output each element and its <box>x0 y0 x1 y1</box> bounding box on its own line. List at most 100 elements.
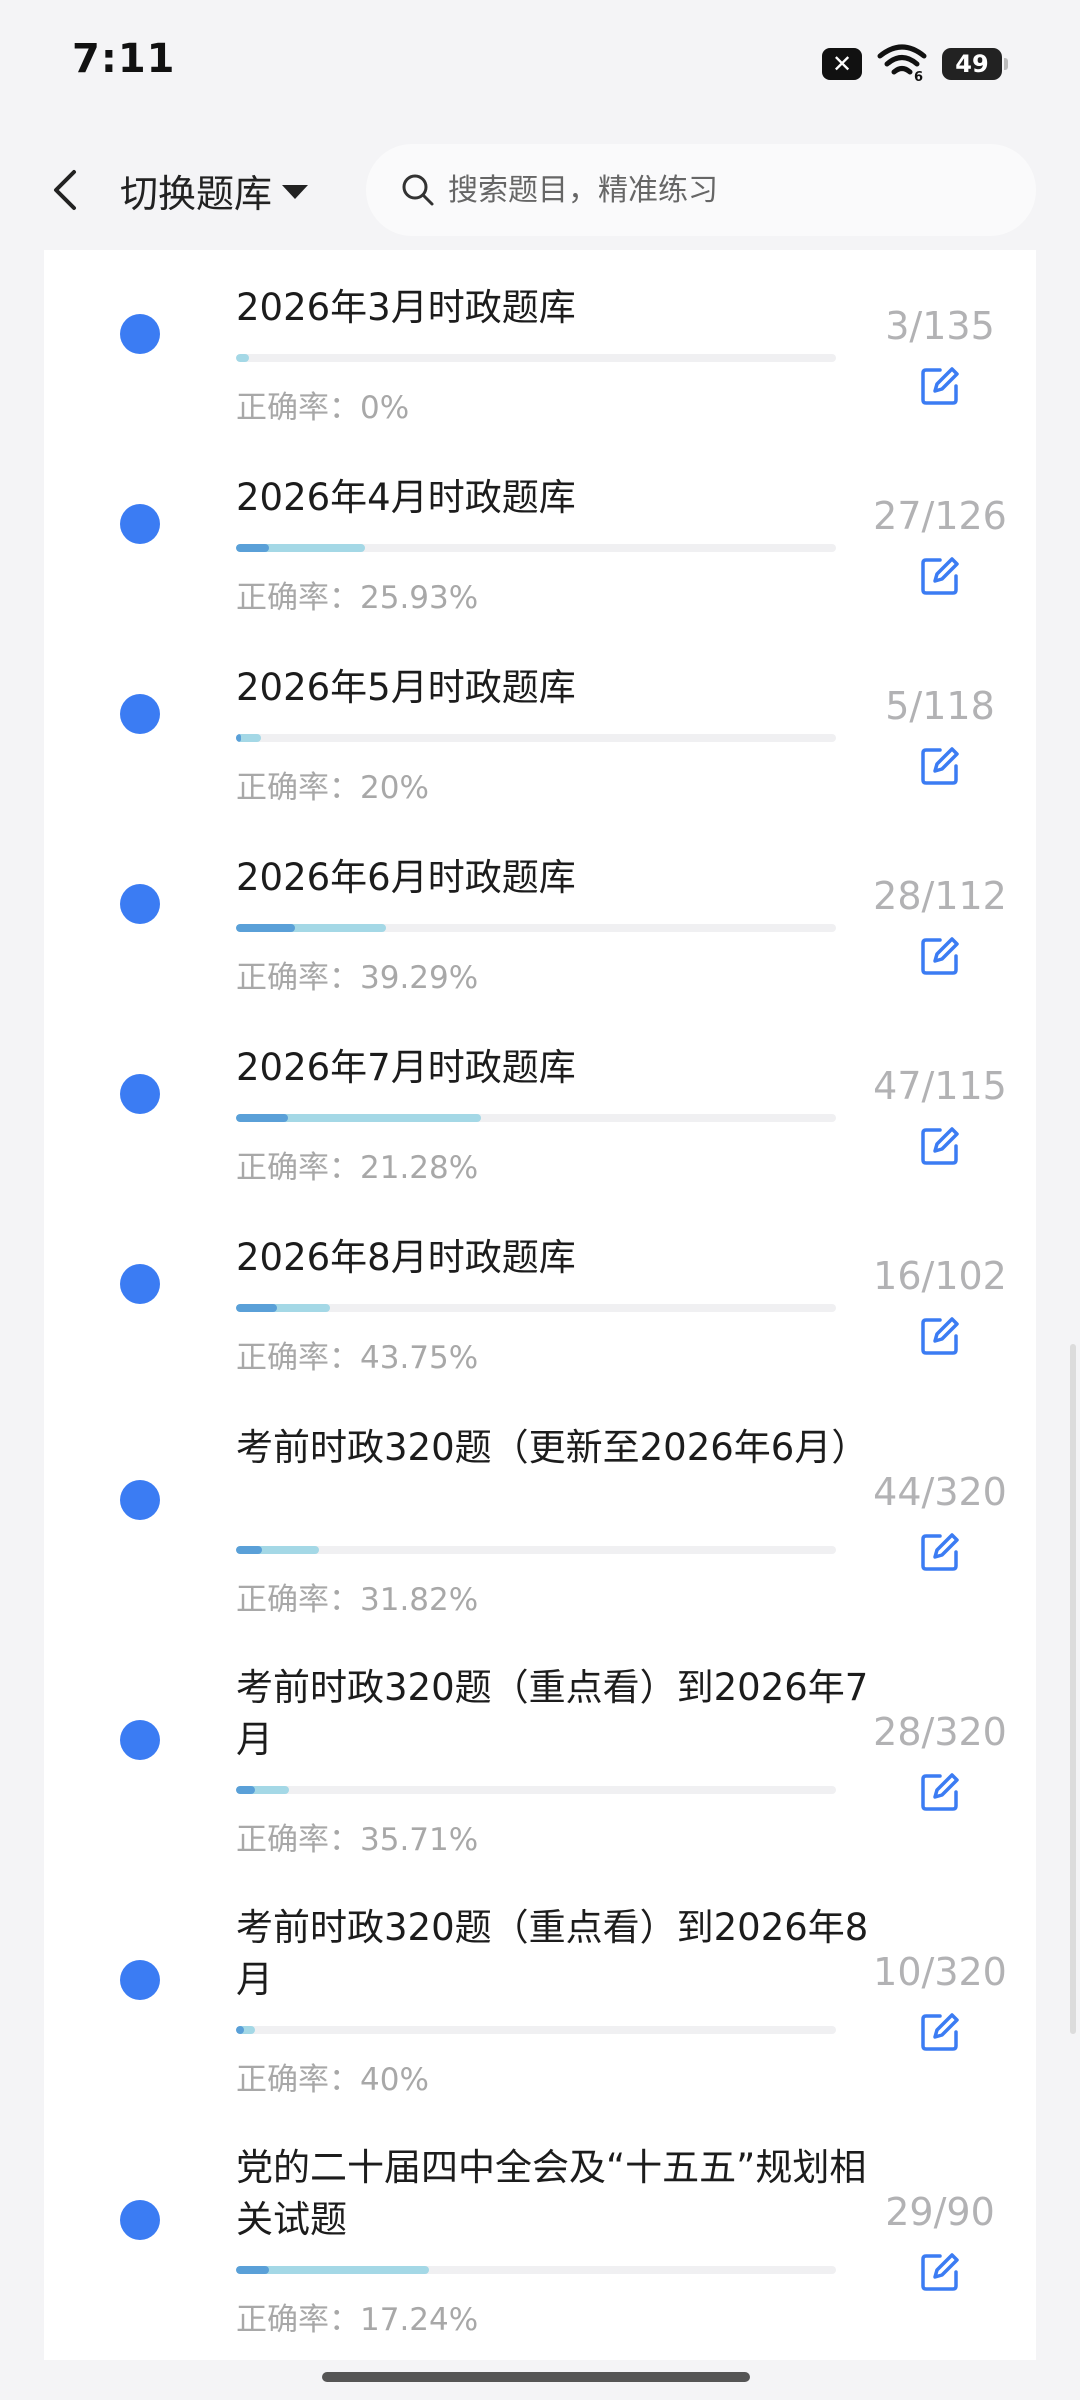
accuracy-label: 正确率： <box>236 1340 360 1376</box>
item-title: 2026年7月时政题库 <box>236 1046 576 1089</box>
item-title: 考前时政320题（重点看）到2026年7月 <box>236 1666 869 1761</box>
edit-note-icon[interactable] <box>912 1764 968 1820</box>
list-item[interactable]: 2026年6月时政题库 正确率：39.29% 28/112 <box>44 820 1036 1010</box>
accuracy-value: 20% <box>360 770 429 806</box>
progress-fill <box>236 354 249 362</box>
item-title: 2026年3月时政题库 <box>236 286 576 329</box>
edit-note-icon[interactable] <box>912 2244 968 2300</box>
accuracy-label: 正确率： <box>236 1582 360 1618</box>
accuracy-text: 正确率：17.24% <box>236 2294 478 2339</box>
list-item[interactable]: 考前时政320题（更新至2026年6月） 正确率：31.82% 44/320 <box>44 1390 1036 1630</box>
accuracy-label: 正确率： <box>236 1150 360 1186</box>
accuracy-label: 正确率： <box>236 960 360 996</box>
accuracy-value: 43.75% <box>360 1340 479 1376</box>
status-bar: 7:11 ✕ 6 49 <box>0 0 1080 130</box>
edit-note-icon[interactable] <box>912 358 968 414</box>
list-item[interactable]: 考前时政320题（重点看）到2026年7月正确率：35.71% 28/320 <box>44 1630 1036 1870</box>
svg-text:6: 6 <box>914 70 923 82</box>
blue-dot-icon <box>120 1074 160 1114</box>
blue-dot-icon <box>120 314 160 354</box>
progress-count: 47/115 <box>873 1064 1007 1108</box>
edit-note-icon[interactable] <box>912 1118 968 1174</box>
blue-dot-icon <box>120 884 160 924</box>
accuracy-text: 正确率：25.93% <box>236 572 478 617</box>
progress-count: 44/320 <box>873 1470 1007 1514</box>
chevron-left-icon <box>54 170 76 210</box>
accuracy-label: 正确率： <box>236 2302 360 2338</box>
list-item[interactable]: 2026年4月时政题库 正确率：25.93% 27/126 <box>44 440 1036 630</box>
item-title: 2026年5月时政题库 <box>236 666 576 709</box>
progress-correct-fill <box>236 734 241 742</box>
back-button[interactable] <box>40 160 90 220</box>
progress-bar <box>236 1546 836 1554</box>
progress-count: 16/102 <box>873 1254 1007 1298</box>
progress-correct-fill <box>236 1786 255 1794</box>
accuracy-value: 0% <box>360 390 410 426</box>
wifi-6-icon: 6 <box>876 42 928 86</box>
progress-correct-fill <box>236 2266 269 2274</box>
search-bar[interactable] <box>366 144 1036 236</box>
home-indicator[interactable] <box>322 2372 750 2382</box>
search-icon <box>398 170 438 210</box>
accuracy-value: 40% <box>360 2062 429 2098</box>
progress-bar <box>236 354 836 362</box>
progress-bar <box>236 544 836 552</box>
progress-bar <box>236 1114 836 1122</box>
progress-correct-fill <box>236 1114 288 1122</box>
question-bank-list: 2026年3月时政题库 正确率：0% 3/135 2026年4月时政题库 正确率：25.… <box>44 250 1036 2360</box>
edit-note-icon[interactable] <box>912 548 968 604</box>
accuracy-label: 正确率： <box>236 770 360 806</box>
list-item[interactable]: 2026年7月时政题库 正确率：21.28% 47/115 <box>44 1010 1036 1200</box>
edit-note-icon[interactable] <box>912 928 968 984</box>
item-title: 2026年8月时政题库 <box>236 1236 576 1279</box>
progress-bar <box>236 1786 836 1794</box>
blue-dot-icon <box>120 1960 160 2000</box>
progress-count: 27/126 <box>873 494 1007 538</box>
battery-icon: 49 <box>942 48 1008 80</box>
item-title: 2026年6月时政题库 <box>236 856 576 899</box>
accuracy-text: 正确率：21.28% <box>236 1142 478 1187</box>
scrollbar[interactable] <box>1070 1344 1076 2034</box>
progress-correct-fill <box>236 1304 277 1312</box>
accuracy-label: 正确率： <box>236 2062 360 2098</box>
accuracy-text: 正确率：20% <box>236 762 429 807</box>
edit-note-icon[interactable] <box>912 2004 968 2060</box>
progress-correct-fill <box>236 924 295 932</box>
accuracy-text: 正确率：35.71% <box>236 1814 478 1859</box>
list-item[interactable]: 2026年8月时政题库正确率：43.75% 16/102 <box>44 1200 1036 1390</box>
progress-correct-fill <box>236 544 269 552</box>
progress-bar <box>236 734 836 742</box>
item-title: 党的二十届四中全会及“十五五”规划相关试题 <box>236 2146 867 2241</box>
list-item[interactable]: 考前时政320题（重点看）到2026年8月 正确率：40% 10/320 <box>44 1870 1036 2110</box>
edit-note-icon[interactable] <box>912 738 968 794</box>
progress-bar <box>236 924 836 932</box>
progress-count: 10/320 <box>873 1950 1007 1994</box>
progress-count: 29/90 <box>885 2190 995 2234</box>
progress-count: 28/320 <box>873 1710 1007 1754</box>
edit-note-icon[interactable] <box>912 1524 968 1580</box>
accuracy-text: 正确率：31.82% <box>236 1574 478 1619</box>
accuracy-text: 正确率：40% <box>236 2054 429 2099</box>
search-input[interactable] <box>446 171 990 209</box>
accuracy-value: 35.71% <box>360 1822 479 1858</box>
accuracy-value: 25.93% <box>360 580 479 616</box>
edit-note-icon[interactable] <box>912 1308 968 1364</box>
header-bar: 切换题库 <box>0 130 1080 250</box>
progress-bar <box>236 2026 836 2034</box>
accuracy-value: 31.82% <box>360 1582 479 1618</box>
blue-dot-icon <box>120 1480 160 1520</box>
list-item[interactable]: 2026年5月时政题库 正确率：20% 5/118 <box>44 630 1036 820</box>
progress-correct-fill <box>236 1546 262 1554</box>
accuracy-value: 39.29% <box>360 960 479 996</box>
item-title: 2026年4月时政题库 <box>236 476 576 519</box>
accuracy-label: 正确率： <box>236 390 360 426</box>
switch-bank-dropdown[interactable]: 切换题库 <box>120 158 309 222</box>
list-item[interactable]: 党的二十届四中全会及“十五五”规划相关试题正确率：17.24% 29/90 <box>44 2110 1036 2350</box>
close-badge-icon: ✕ <box>822 48 862 80</box>
accuracy-label: 正确率： <box>236 580 360 616</box>
switch-bank-label: 切换题库 <box>120 171 273 216</box>
item-title: 考前时政320题（更新至2026年6月） <box>236 1426 869 1469</box>
list-item[interactable]: 2026年3月时政题库 正确率：0% 3/135 <box>44 250 1036 440</box>
accuracy-text: 正确率：0% <box>236 382 409 427</box>
progress-count: 3/135 <box>885 304 995 348</box>
